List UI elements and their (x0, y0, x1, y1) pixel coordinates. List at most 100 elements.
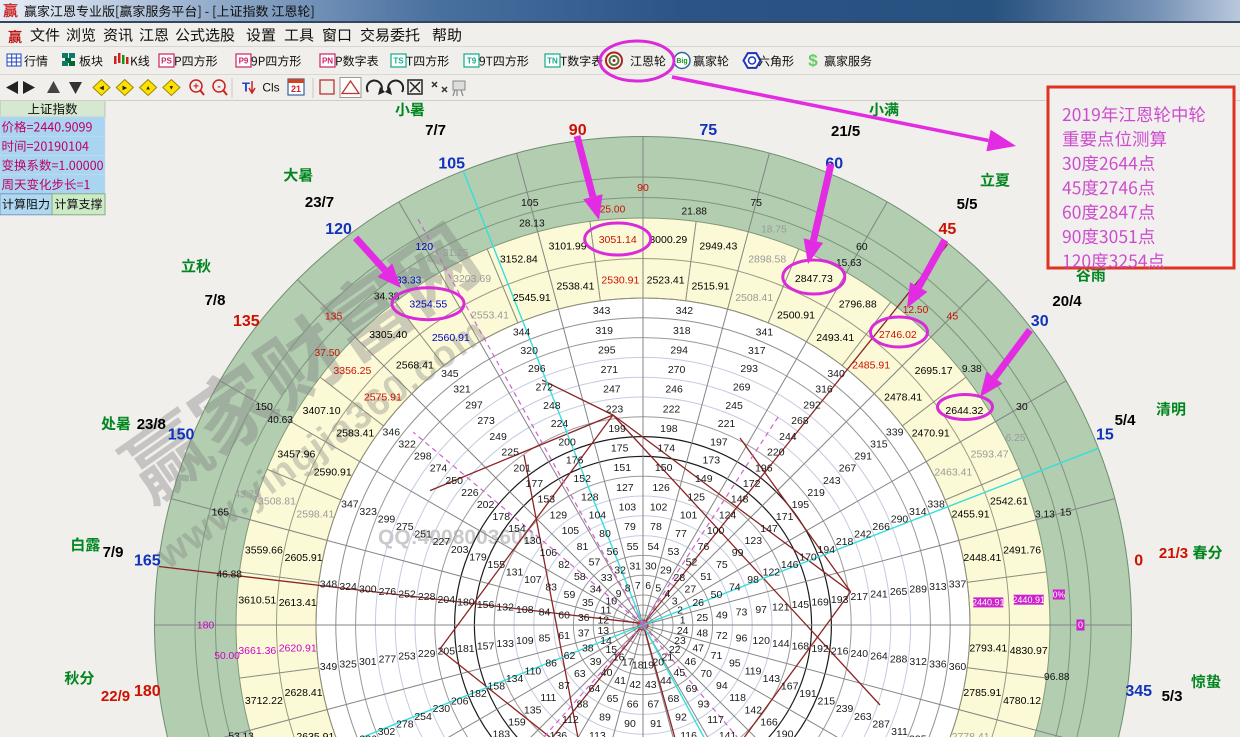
svg-text:71: 71 (711, 650, 723, 662)
svg-text:66: 66 (627, 699, 639, 711)
svg-text:349: 349 (320, 661, 338, 673)
svg-text:199: 199 (608, 423, 626, 435)
svg-text:228: 228 (418, 591, 436, 603)
svg-text:287: 287 (872, 718, 890, 730)
svg-text:36: 36 (578, 612, 590, 624)
svg-text:29: 29 (660, 564, 672, 576)
svg-text:3356.25: 3356.25 (333, 365, 371, 377)
svg-text:170: 170 (799, 551, 817, 563)
svg-text:347: 347 (341, 498, 359, 510)
svg-text:44: 44 (660, 675, 672, 687)
svg-text:263: 263 (854, 711, 872, 723)
svg-text:323: 323 (359, 506, 377, 518)
svg-text:92: 92 (675, 712, 687, 724)
svg-text:2575.91: 2575.91 (364, 392, 402, 404)
svg-text:63: 63 (574, 668, 586, 680)
svg-text:276: 276 (379, 586, 397, 598)
svg-text:45: 45 (939, 221, 957, 238)
svg-text:89: 89 (599, 712, 611, 724)
svg-text:5/5: 5/5 (957, 196, 978, 213)
svg-text:7/7: 7/7 (425, 122, 446, 139)
svg-text:21.88: 21.88 (681, 207, 707, 218)
svg-text:156: 156 (477, 599, 495, 611)
svg-text:324: 324 (339, 581, 357, 593)
svg-text:PS: PS (161, 56, 172, 65)
svg-text:2508.41: 2508.41 (735, 292, 773, 304)
svg-text:124: 124 (719, 509, 737, 521)
svg-text:90: 90 (637, 182, 649, 194)
svg-text:91: 91 (650, 718, 662, 730)
svg-text:204: 204 (438, 594, 456, 606)
svg-text:292: 292 (803, 399, 821, 411)
svg-text:88: 88 (577, 699, 589, 711)
svg-text:Cls: Cls (262, 81, 279, 95)
svg-text:20/4: 20/4 (1052, 293, 1082, 310)
svg-text:144: 144 (772, 638, 790, 650)
svg-text:174: 174 (658, 443, 676, 455)
svg-text:206: 206 (451, 696, 469, 708)
svg-text:61: 61 (558, 630, 570, 642)
svg-text:135: 135 (524, 704, 542, 716)
svg-text:30: 30 (1016, 401, 1028, 413)
svg-text:2470.91: 2470.91 (912, 427, 950, 439)
svg-text:337: 337 (949, 578, 967, 590)
svg-text:108: 108 (516, 604, 534, 616)
svg-text:193: 193 (831, 594, 849, 606)
svg-text:340: 340 (827, 368, 845, 380)
svg-text:127: 127 (616, 482, 634, 494)
svg-text:249: 249 (489, 431, 507, 443)
svg-text:27: 27 (685, 583, 697, 595)
svg-text:190: 190 (776, 728, 794, 737)
svg-text:116: 116 (680, 730, 697, 737)
svg-text:253: 253 (398, 651, 416, 663)
svg-text:133: 133 (496, 638, 514, 650)
svg-text:12.50: 12.50 (903, 305, 929, 316)
svg-text:31.25: 31.25 (443, 248, 469, 259)
svg-text:245: 245 (725, 400, 743, 412)
svg-text:129: 129 (550, 509, 568, 521)
svg-text:166: 166 (760, 716, 778, 728)
svg-text:2628.41: 2628.41 (285, 687, 323, 699)
svg-text:136: 136 (550, 730, 568, 737)
svg-text:79: 79 (624, 521, 636, 533)
svg-text:293: 293 (740, 363, 758, 375)
svg-text:120: 120 (416, 241, 434, 253)
svg-text:TS: TS (393, 56, 404, 65)
svg-text:194: 194 (818, 544, 836, 556)
svg-text:▶: ▶ (122, 86, 127, 92)
svg-text:246: 246 (665, 384, 683, 396)
svg-text:120: 120 (752, 635, 770, 647)
svg-text:46.88: 46.88 (216, 569, 242, 580)
svg-text:53.13: 53.13 (228, 732, 254, 737)
svg-text:23/8: 23/8 (137, 416, 166, 433)
svg-text:15: 15 (1096, 426, 1114, 443)
svg-text:250: 250 (445, 475, 463, 487)
svg-text:146: 146 (781, 559, 799, 571)
svg-text:93: 93 (698, 699, 710, 711)
svg-text:298: 298 (414, 451, 432, 463)
svg-text:2500.91: 2500.91 (777, 309, 815, 321)
svg-text:312: 312 (909, 656, 927, 668)
svg-text:72: 72 (716, 630, 728, 642)
svg-text:7: 7 (635, 580, 641, 592)
svg-text:171: 171 (776, 511, 794, 523)
svg-text:84: 84 (539, 607, 551, 619)
svg-text:254: 254 (414, 711, 432, 723)
svg-text:0: 0 (1134, 552, 1143, 569)
svg-text:8: 8 (625, 583, 631, 595)
svg-text:109: 109 (516, 635, 534, 647)
svg-text:2898.58: 2898.58 (748, 254, 786, 266)
svg-text:2478.41: 2478.41 (884, 392, 922, 404)
svg-text:102: 102 (650, 502, 668, 514)
svg-text:4: 4 (664, 588, 670, 600)
svg-text:2440.91: 2440.91 (1012, 595, 1045, 605)
svg-text:181: 181 (457, 643, 475, 655)
svg-text:3051.14: 3051.14 (599, 234, 637, 246)
svg-text:273: 273 (477, 415, 495, 427)
svg-text:94: 94 (716, 680, 728, 692)
svg-text:243: 243 (823, 475, 841, 487)
svg-text:132: 132 (496, 602, 514, 614)
svg-text:2778.41: 2778.41 (952, 731, 990, 737)
svg-text:125: 125 (687, 491, 705, 503)
svg-text:220: 220 (767, 447, 785, 459)
